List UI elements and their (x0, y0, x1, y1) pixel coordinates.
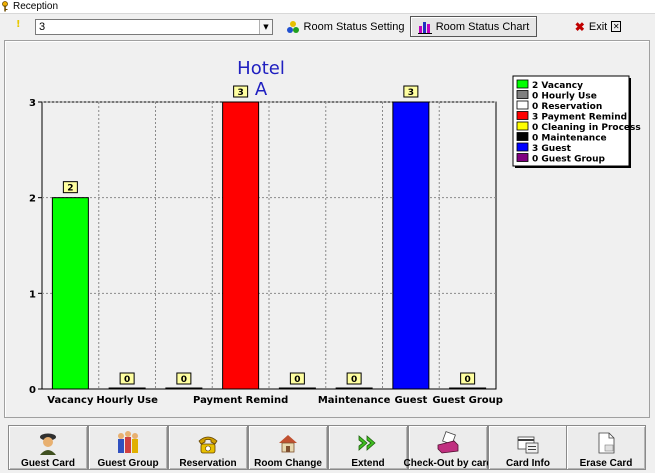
legend-swatch (516, 79, 529, 89)
bar-guest-group (449, 387, 487, 390)
person-icon (40, 433, 56, 455)
reservation-label: Reservation (179, 458, 237, 469)
bar-value-label: 3 (237, 88, 243, 98)
bar-value-label: 2 (67, 184, 73, 194)
legend-entry: 0 Hourly Use (532, 92, 597, 102)
card-reader-icon (437, 431, 459, 454)
bottom-button-bar: Guest Card Guest Group Reservation Room … (0, 422, 655, 473)
title-bar: Reception (0, 0, 655, 14)
y-tick-label: 1 (29, 289, 36, 300)
reservation-button[interactable]: Reservation (168, 425, 248, 470)
y-tick-label: 2 (29, 194, 36, 205)
bar-payment-remind (222, 101, 260, 390)
legend-swatch (516, 142, 529, 152)
extend-button[interactable]: Extend (328, 425, 408, 470)
legend-swatch (516, 121, 529, 131)
bar-value-label: 0 (464, 375, 470, 385)
toolbar: ! 3 ▼ Room Status Setting Room Status Ch… (0, 14, 655, 40)
bar-maintenance (335, 387, 373, 390)
bar-vacancy (51, 197, 89, 390)
erase-card-icon (598, 432, 615, 454)
floor-select-value: 3 (39, 21, 46, 33)
legend-entry: 0 Maintenance (532, 134, 607, 144)
bar-value-label: 0 (351, 375, 357, 385)
legend-entry: 0 Cleaning in Process (532, 123, 641, 133)
room-status-setting-label: Room Status Setting (303, 20, 405, 33)
bar-reservation (165, 387, 203, 390)
guest-card-button[interactable]: Guest Card (8, 425, 88, 470)
exit-label: Exit (588, 20, 608, 33)
guest-group-button[interactable]: Guest Group (88, 425, 168, 470)
group-icon (118, 431, 138, 453)
bar-value-label: 0 (124, 375, 130, 385)
guest-card-label: Guest Card (21, 458, 75, 469)
bar-hourly-use (108, 387, 146, 390)
exit-box-icon: ✕ (611, 21, 622, 32)
room-change-button[interactable]: Room Change (248, 425, 328, 470)
x-tick-label: Guest Group (432, 395, 503, 406)
erase-card-button[interactable]: Erase Card (566, 425, 646, 470)
legend-entry: 3 Payment Remind (532, 113, 627, 123)
chart-title-line: Hotel (237, 58, 285, 79)
bar-value-label: 3 (408, 88, 414, 98)
legend-swatch (516, 100, 529, 110)
window-title: Reception (13, 1, 59, 12)
x-tick-label: Guest (394, 395, 427, 406)
card-info-label: Card Info (506, 458, 550, 469)
legend-entry: 2 Vacancy (532, 81, 583, 91)
legend-swatch (516, 132, 529, 141)
card-info-icon (517, 436, 539, 454)
guest-group-label: Guest Group (97, 458, 159, 469)
room-status-chart-label: Room Status Chart (435, 20, 530, 33)
chart-title-line: A (255, 79, 268, 100)
status-marker: ! (16, 19, 21, 30)
y-tick-label: 0 (29, 385, 36, 396)
bar-cleaning-in-process (278, 387, 316, 390)
floor-select[interactable]: 3 ▼ (35, 19, 273, 35)
room-change-label: Room Change (254, 458, 322, 469)
room-status-chart: HotelA 0 1 2 3 2 Vacancy 0 Hourly Use 0 3 Payment R… (29, 58, 641, 406)
exit-button[interactable]: ✖ Exit ✕ (572, 16, 624, 37)
phone-icon (198, 436, 218, 454)
x-tick-label: Hourly Use (96, 395, 158, 406)
settings-circles-icon (286, 20, 299, 33)
bar-guest (392, 101, 430, 390)
legend-swatch (516, 111, 529, 120)
chevron-down-icon[interactable]: ▼ (259, 20, 272, 34)
x-tick-label: Vacancy (47, 395, 94, 406)
erase-card-label: Erase Card (579, 458, 633, 469)
legend-swatch (516, 153, 529, 162)
legend-entry: 0 Guest Group (532, 155, 606, 165)
house-icon (279, 435, 297, 453)
check-out-by-card-button[interactable]: Check-Out by card (404, 425, 492, 470)
bar-chart-icon (417, 21, 432, 34)
room-status-chart-button[interactable]: Room Status Chart (410, 16, 537, 37)
legend-entry: 0 Reservation (532, 102, 602, 112)
card-info-button[interactable]: Card Info (488, 425, 568, 470)
bar-value-label: 0 (181, 375, 187, 385)
x-tick-label: Maintenance (318, 395, 391, 406)
check-out-by-card-label: Check-Out by card (403, 458, 493, 469)
bar-value-label: 0 (294, 375, 300, 385)
legend-entry: 3 Guest (532, 144, 572, 154)
forward-arrow-icon (358, 435, 376, 451)
extend-label: Extend (351, 458, 385, 469)
room-status-setting-button[interactable]: Room Status Setting (284, 16, 406, 37)
close-icon: ✖ (574, 19, 585, 34)
legend-swatch (516, 90, 529, 99)
app-icon (2, 1, 8, 12)
chart-panel: Hotel A 0 1 2 3 2 Vacancy 0 Hourly Use 0 3 Payment R… (4, 40, 650, 418)
y-tick-label: 3 (29, 98, 36, 109)
x-tick-label: Payment Remind (193, 395, 288, 406)
